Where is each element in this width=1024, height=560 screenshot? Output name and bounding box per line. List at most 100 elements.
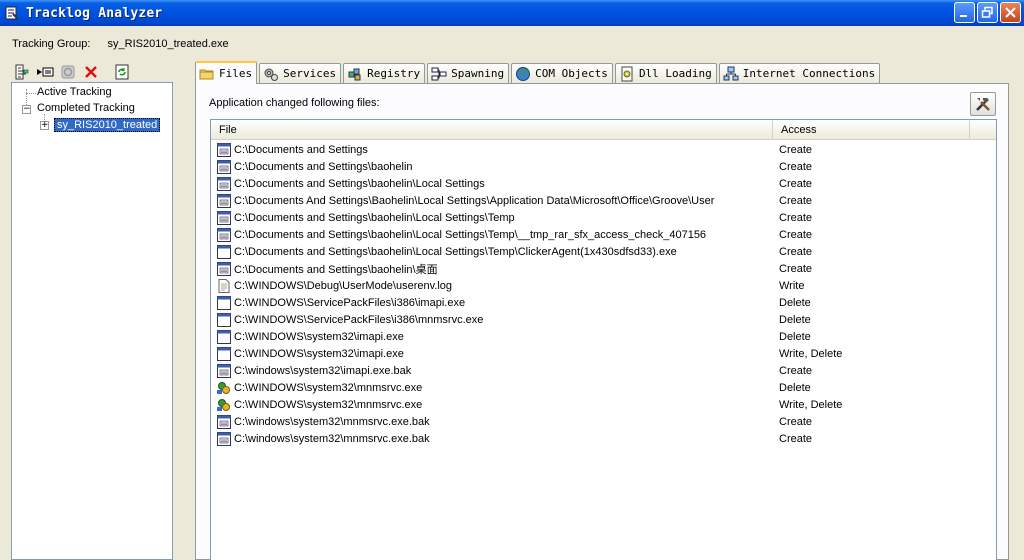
list-header: File Access: [211, 120, 996, 140]
tree-view-button[interactable]: [12, 62, 31, 81]
minimize-icon: [960, 15, 967, 17]
tab-label: Dll Loading: [638, 67, 712, 80]
file-cell: C:\Documents and Settings\baohelin\桌面: [211, 261, 773, 277]
close-icon: [1005, 7, 1016, 18]
list-body: C:\Documents and Settings Create C:\Docume…: [211, 140, 996, 447]
tab-dll-loading[interactable]: Dll Loading: [614, 63, 717, 83]
tab-spawning[interactable]: Spawning: [427, 63, 510, 83]
table-row[interactable]: C:\Documents and Settings\baohelin\Local…: [211, 175, 996, 192]
file-cell: C:\WINDOWS\ServicePackFiles\i386\mnmsrvc…: [211, 312, 773, 327]
file-cell: C:\WINDOWS\system32\mnmsrvc.exe: [211, 381, 773, 395]
access-cell: Create: [779, 143, 813, 156]
table-row[interactable]: C:\windows\system32\mnmsrvc.exe.bak Creat…: [211, 413, 996, 430]
file-path: C:\Documents and Settings\baohelin\桌面: [234, 263, 438, 276]
tab-com-objects[interactable]: COM Objects: [511, 63, 613, 83]
tools-button[interactable]: [970, 92, 996, 116]
tree-item-completed-tracking[interactable]: Completed Tracking: [37, 102, 135, 114]
access-cell: Delete: [779, 296, 811, 309]
table-row[interactable]: C:\WINDOWS\ServicePackFiles\i386\imapi.e…: [211, 294, 996, 311]
table-row[interactable]: C:\Documents and Settings\baohelin\Local…: [211, 209, 996, 226]
file-cell: C:\WINDOWS\Debug\UserMode\userenv.log: [211, 278, 773, 293]
globe-icon: [516, 66, 531, 81]
exe-file-icon: [217, 244, 231, 259]
tab-internet-connections[interactable]: Internet Connections: [718, 63, 881, 83]
tracking-tree[interactable]: Active Tracking − Completed Tracking + s…: [11, 82, 173, 560]
table-row[interactable]: C:\windows\system32\imapi.exe.bak Create: [211, 362, 996, 379]
table-row[interactable]: C:\WINDOWS\system32\imapi.exe Write, Dele…: [211, 345, 996, 362]
table-row[interactable]: C:\WINDOWS\system32\imapi.exe Delete: [211, 328, 996, 345]
tracking-group-value: sy_RIS2010_treated.exe: [107, 38, 229, 50]
exe-file-icon: [217, 346, 231, 361]
access-cell: Create: [779, 432, 813, 445]
column-header-access[interactable]: Access: [773, 120, 970, 140]
refresh-icon: [115, 64, 128, 79]
close-button[interactable]: [1000, 2, 1021, 23]
tree-item-active-tracking[interactable]: Active Tracking: [37, 86, 112, 98]
tab-label: Internet Connections: [742, 67, 876, 80]
window-file-icon: [217, 261, 231, 276]
window-file-icon: [217, 193, 231, 208]
collapse-completed-expander[interactable]: −: [22, 105, 31, 114]
file-path: C:\Documents and Settings\baohelin\Local…: [234, 228, 707, 241]
tools-icon: [976, 98, 990, 111]
table-row[interactable]: C:\Documents and Settings\baohelin Create: [211, 158, 996, 175]
tab-label: COM Objects: [535, 67, 608, 80]
app-icon: [5, 6, 19, 20]
file-path: C:\windows\system32\mnmsrvc.exe.bak: [234, 415, 430, 428]
table-row[interactable]: C:\windows\system32\mnmsrvc.exe.bak Creat…: [211, 430, 996, 447]
file-path: C:\WINDOWS\Debug\UserMode\userenv.log: [234, 279, 453, 292]
window-title: Tracklog Analyzer: [26, 5, 163, 21]
minimize-button[interactable]: [954, 2, 975, 23]
run-button[interactable]: [35, 62, 54, 81]
exe-file-icon: [217, 295, 231, 310]
window-file-icon: [217, 176, 231, 191]
column-header-filler: [970, 120, 996, 140]
file-path: C:\Documents and Settings\baohelin\Local…: [234, 245, 677, 258]
table-row[interactable]: C:\WINDOWS\Debug\UserMode\userenv.log Wri…: [211, 277, 996, 294]
access-cell: Create: [779, 194, 813, 207]
title-bar[interactable]: Tracklog Analyzer: [0, 0, 1024, 26]
exe-file-icon: [217, 329, 231, 344]
expand-session-expander[interactable]: +: [40, 121, 49, 130]
access-cell: Write: [779, 279, 805, 292]
access-cell: Create: [779, 228, 813, 241]
table-row[interactable]: C:\Documents and Settings\baohelin\Local…: [211, 226, 996, 243]
file-path: C:\WINDOWS\system32\imapi.exe: [234, 330, 404, 343]
files-list[interactable]: File Access C:\Documents and Settings Cre…: [210, 119, 997, 560]
file-path: C:\Documents and Settings: [234, 143, 368, 156]
tree-line: [26, 93, 36, 94]
tab-services[interactable]: Services: [259, 63, 342, 83]
window-file-icon: [217, 159, 231, 174]
file-cell: C:\Documents and Settings\baohelin: [211, 159, 773, 174]
table-row[interactable]: C:\WINDOWS\system32\mnmsrvc.exe Write, De…: [211, 396, 996, 413]
window-file-icon: [217, 227, 231, 242]
access-cell: Create: [779, 415, 813, 428]
access-cell: Write, Delete: [779, 398, 843, 411]
delete-button[interactable]: [81, 62, 100, 81]
table-row[interactable]: C:\WINDOWS\ServicePackFiles\i386\mnmsrvc…: [211, 311, 996, 328]
stop-button[interactable]: [58, 62, 77, 81]
window-file-icon: [217, 414, 231, 429]
table-row[interactable]: C:\Documents And Settings\Baohelin\Local…: [211, 192, 996, 209]
window-file-icon: [217, 431, 231, 446]
registry-icon: [348, 68, 361, 80]
tab-registry[interactable]: Registry: [343, 63, 426, 83]
restore-icon: [981, 6, 993, 18]
access-cell: Delete: [779, 330, 811, 343]
table-row[interactable]: C:\Documents and Settings Create: [211, 141, 996, 158]
tab-label: Files: [219, 67, 253, 80]
access-cell: Create: [779, 160, 813, 173]
tree-item-session[interactable]: sy_RIS2010_treated: [54, 118, 161, 132]
tab-files[interactable]: Files: [195, 61, 258, 84]
table-row[interactable]: C:\WINDOWS\system32\mnmsrvc.exe Delete: [211, 379, 996, 396]
file-path: C:\Documents and Settings\baohelin\Local…: [234, 177, 485, 190]
table-row[interactable]: C:\Documents and Settings\baohelin\Local…: [211, 243, 996, 260]
table-row[interactable]: C:\Documents and Settings\baohelin\桌面 Cre…: [211, 260, 996, 277]
tab-strip: Files Services Registry Spawning COM Obj…: [195, 61, 882, 84]
file-cell: C:\WINDOWS\ServicePackFiles\i386\imapi.e…: [211, 295, 773, 310]
restore-button[interactable]: [977, 2, 998, 23]
refresh-button[interactable]: [112, 62, 131, 81]
access-cell: Create: [779, 211, 813, 224]
column-header-file[interactable]: File: [211, 120, 773, 140]
file-path: C:\Documents And Settings\Baohelin\Local…: [234, 194, 715, 207]
